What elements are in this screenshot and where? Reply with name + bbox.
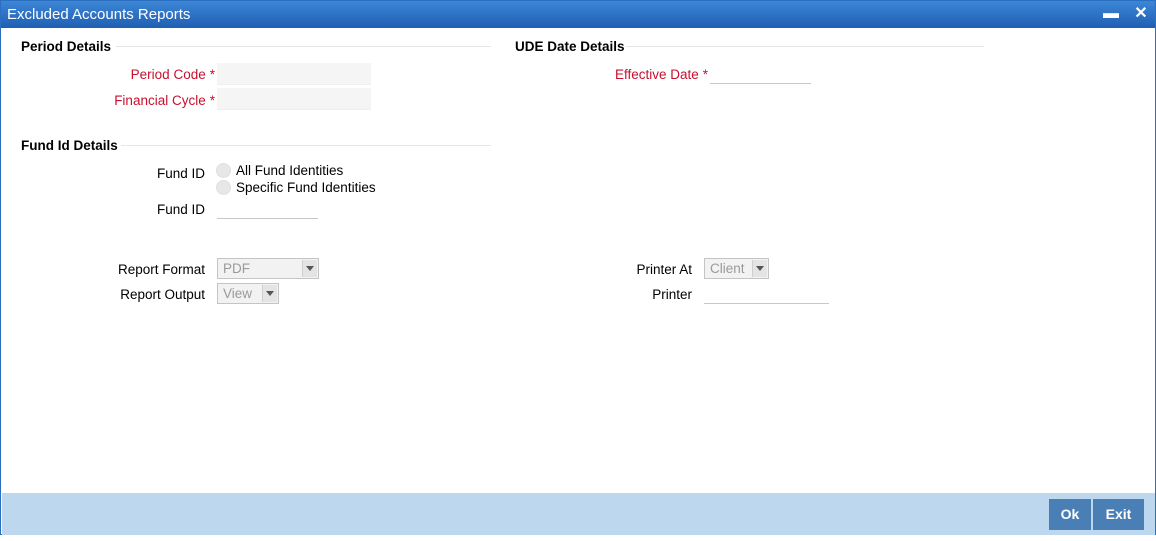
window-title: Excluded Accounts Reports	[7, 6, 191, 23]
specific-fund-identities-radio[interactable]	[216, 180, 231, 195]
period-code-label: Period Code *	[130, 67, 215, 82]
title-bar: Excluded Accounts Reports ▬ ✕	[1, 1, 1155, 28]
period-code-input[interactable]	[217, 63, 371, 85]
minimize-icon[interactable]: ▬	[1101, 4, 1121, 24]
report-output-value: View	[223, 286, 253, 301]
chevron-down-icon[interactable]	[302, 260, 317, 277]
fund-id-details-divider	[121, 145, 491, 146]
report-format-label: Report Format	[117, 262, 205, 277]
ude-date-details-divider	[626, 46, 984, 47]
effective-date-input[interactable]	[710, 62, 811, 84]
report-window: Excluded Accounts Reports ▬ ✕ Period Det…	[0, 0, 1156, 535]
period-details-divider	[116, 46, 491, 47]
chevron-down-icon[interactable]	[262, 285, 277, 302]
exit-button[interactable]: Exit	[1093, 499, 1144, 530]
close-icon[interactable]: ✕	[1131, 4, 1151, 24]
ok-button[interactable]: Ok	[1049, 499, 1091, 530]
report-format-value: PDF	[223, 261, 250, 276]
financial-cycle-input[interactable]	[217, 88, 371, 110]
report-output-select[interactable]: View	[217, 283, 279, 304]
report-format-select[interactable]: PDF	[217, 258, 319, 279]
specific-fund-identities-label[interactable]: Specific Fund Identities	[236, 180, 376, 195]
period-details-title: Period Details	[21, 39, 112, 54]
all-fund-identities-label[interactable]: All Fund Identities	[236, 163, 343, 178]
all-fund-identities-radio[interactable]	[216, 163, 231, 178]
printer-input[interactable]	[704, 282, 829, 304]
printer-at-select[interactable]: Client	[704, 258, 769, 279]
fund-id-input[interactable]	[217, 197, 318, 219]
printer-at-value: Client	[710, 261, 745, 276]
fund-id-input-label: Fund ID	[156, 202, 205, 217]
report-output-label: Report Output	[120, 287, 205, 302]
footer-bar: Ok Exit	[2, 493, 1155, 535]
chevron-down-icon[interactable]	[752, 260, 767, 277]
financial-cycle-label: Financial Cycle *	[114, 93, 215, 108]
printer-at-label: Printer At	[636, 262, 692, 277]
ude-date-details-title: UDE Date Details	[515, 39, 625, 54]
printer-label: Printer	[652, 287, 692, 302]
effective-date-label: Effective Date *	[614, 67, 708, 82]
fund-id-details-title: Fund Id Details	[21, 138, 118, 153]
fund-id-radio-label: Fund ID	[156, 166, 205, 181]
